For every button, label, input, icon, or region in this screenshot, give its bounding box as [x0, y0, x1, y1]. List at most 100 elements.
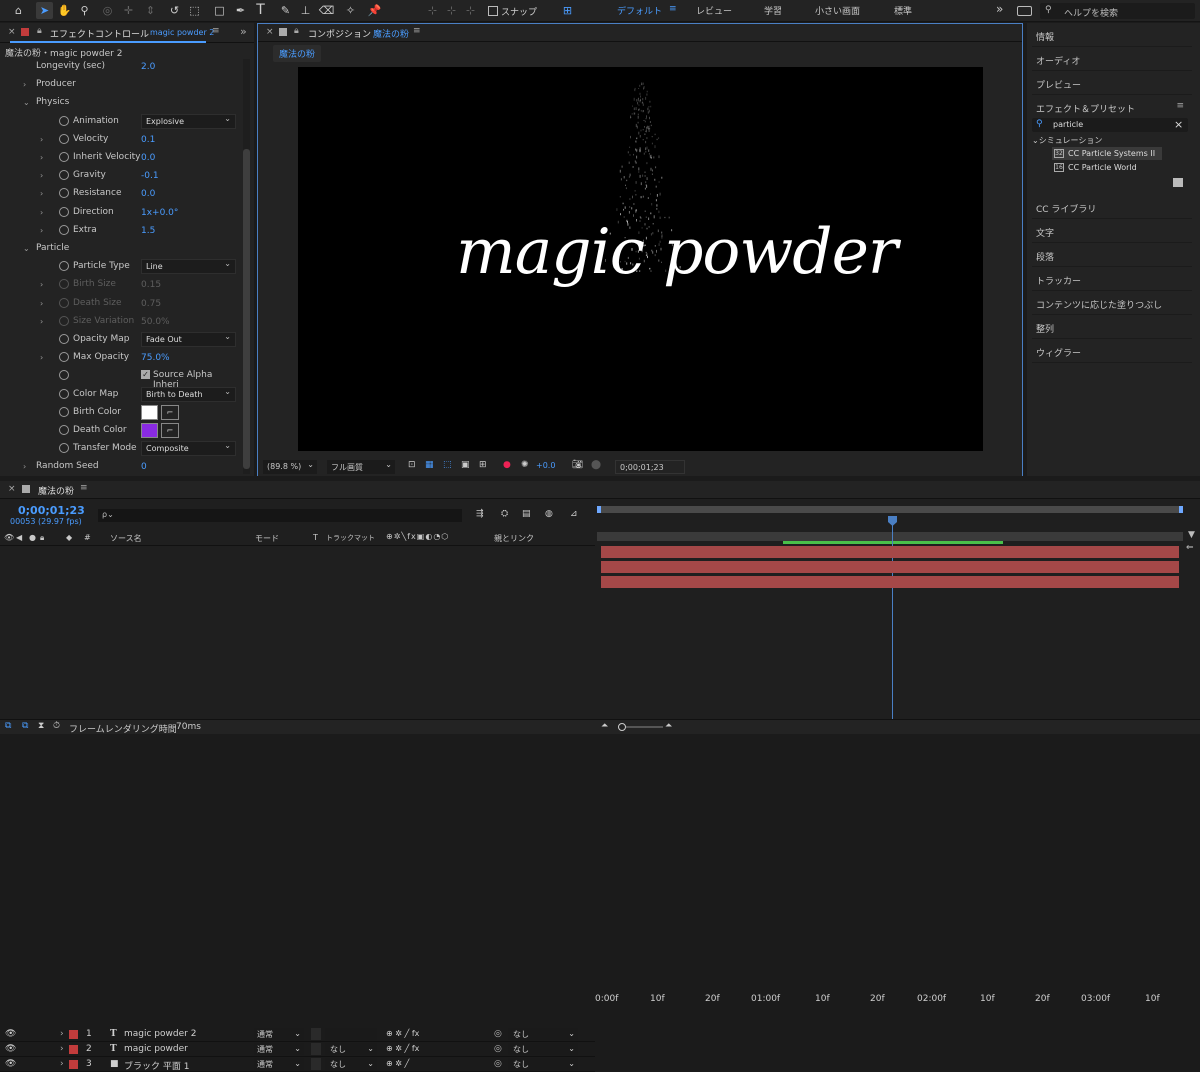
parent-link-header[interactable]: 親とリンク: [494, 533, 534, 544]
anchor-tool-icon[interactable]: ⬚: [186, 2, 203, 19]
render-time-toggle-icon[interactable]: ⏱︎: [53, 721, 60, 731]
color-channels-icon[interactable]: ●: [503, 460, 511, 470]
draft-3d-icon[interactable]: ⛭: [501, 509, 508, 519]
layer-name[interactable]: magic powder: [124, 1044, 188, 1054]
composition-canvas[interactable]: magic powder: [298, 67, 983, 451]
effect-prop-value[interactable]: 1x+0.0°: [141, 208, 178, 218]
effect-prop-row[interactable]: Transfer ModeComposite: [0, 440, 240, 458]
quality-dropdown[interactable]: フル画質⌄: [327, 460, 395, 474]
effect-prop-row[interactable]: ›Resistance0.0: [0, 185, 240, 203]
eye-icon[interactable]: 👁︎: [4, 533, 14, 542]
solo-icon[interactable]: ●: [29, 533, 36, 542]
close-tab-icon[interactable]: ×: [8, 27, 16, 37]
close-tab-icon[interactable]: ×: [266, 27, 274, 37]
effect-prop-row[interactable]: ›Random Seed0: [0, 458, 240, 476]
color-swatch[interactable]: [141, 423, 158, 438]
work-area-bar[interactable]: [597, 506, 1183, 513]
effect-prop-row[interactable]: ›Producer: [0, 76, 240, 94]
parent-dropdown[interactable]: なし⌄: [508, 1028, 578, 1040]
twirl-open-icon[interactable]: ⌄: [23, 244, 30, 253]
effect-prop-value[interactable]: 0.0: [141, 153, 155, 163]
stopwatch-icon[interactable]: [59, 170, 69, 180]
mode-dropdown[interactable]: 通常⌄: [254, 1043, 304, 1055]
panel-item[interactable]: ウィグラー: [1032, 339, 1192, 363]
puppet-pin-icon[interactable]: 📌: [366, 2, 383, 19]
effect-prop-row[interactable]: Birth Color⌐: [0, 404, 240, 422]
effect-item-cc-particle-systems[interactable]: CC Particle Systems II: [1068, 149, 1155, 158]
current-time-field[interactable]: 0;00;01;23: [615, 460, 685, 474]
flowchart-tab[interactable]: 魔法の粉: [273, 45, 321, 62]
twirl-closed-icon[interactable]: ›: [40, 299, 43, 308]
region-of-interest-icon[interactable]: ⊡: [408, 460, 416, 470]
pick-whip-icon[interactable]: ◎: [494, 1029, 502, 1039]
composition-tab-name[interactable]: 魔法の粉: [373, 27, 409, 40]
frame-blending-icon[interactable]: ◍: [545, 509, 553, 519]
label-color-icon[interactable]: [69, 1060, 78, 1069]
mode-dropdown[interactable]: 通常⌄: [254, 1058, 304, 1070]
effect-prop-value[interactable]: 75.0%: [141, 353, 170, 363]
time-navigator[interactable]: [597, 532, 1183, 541]
twirl-closed-icon[interactable]: ›: [23, 80, 26, 89]
eye-icon[interactable]: 👁︎: [5, 1044, 16, 1054]
home-icon[interactable]: ⌂: [10, 2, 27, 19]
zoom-tool-icon[interactable]: ⚲: [76, 2, 93, 19]
panel-item[interactable]: トラッカー: [1032, 267, 1192, 291]
panel-item[interactable]: 整列: [1032, 315, 1192, 339]
workspace-small-screen[interactable]: 小さい画面: [815, 4, 860, 17]
twirl-closed-icon[interactable]: ›: [40, 226, 43, 235]
playhead-handle[interactable]: [888, 516, 897, 526]
preserve-transparency-toggle[interactable]: [311, 1043, 321, 1055]
mode-header[interactable]: モード: [255, 533, 279, 544]
twirl-closed-icon[interactable]: ›: [40, 208, 43, 217]
effect-prop-row[interactable]: AnimationExplosive: [0, 113, 240, 131]
layer-3-duration-bar[interactable]: [601, 576, 1179, 588]
composition-mini-flowchart-icon[interactable]: ⇶: [476, 509, 484, 519]
lock-icon[interactable]: 🔒︎: [40, 533, 44, 543]
mode-dropdown[interactable]: 通常⌄: [254, 1028, 304, 1040]
effect-prop-dropdown[interactable]: Explosive: [141, 114, 236, 129]
effect-prop-value[interactable]: 0.0: [141, 189, 155, 199]
graph-editor-icon[interactable]: ⊿: [570, 509, 578, 519]
exposure-value[interactable]: +0.0: [536, 461, 555, 470]
twirl-closed-icon[interactable]: ›: [40, 280, 43, 289]
pick-whip-icon[interactable]: ◎: [494, 1059, 502, 1069]
close-tab-icon[interactable]: ×: [8, 484, 16, 494]
eye-icon[interactable]: 👁︎: [5, 1029, 16, 1039]
sync-settings-icon[interactable]: [1017, 6, 1032, 16]
effect-prop-value[interactable]: 50.0%: [141, 317, 170, 327]
parent-dropdown[interactable]: なし⌄: [508, 1058, 578, 1070]
effect-prop-value[interactable]: 0.15: [141, 280, 161, 290]
comp-marker-bin-icon[interactable]: ⇐: [1186, 543, 1194, 553]
mask-visibility-icon[interactable]: ⬚: [443, 460, 452, 470]
stopwatch-icon[interactable]: [59, 225, 69, 235]
work-area-start-handle[interactable]: [597, 506, 601, 513]
brush-tool-icon[interactable]: ✎: [277, 2, 294, 19]
show-snapshot-icon[interactable]: ⬤: [591, 460, 601, 470]
twirl-closed-icon[interactable]: ›: [23, 462, 26, 471]
trackmatte-header[interactable]: トラックマット: [326, 533, 375, 543]
stopwatch-icon[interactable]: [59, 443, 69, 453]
guides-icon[interactable]: ⊞: [479, 460, 487, 470]
stopwatch-icon[interactable]: [59, 407, 69, 417]
roto-brush-icon[interactable]: ✧: [342, 2, 359, 19]
effect-prop-row[interactable]: ›Extra1.5: [0, 222, 240, 240]
stopwatch-icon[interactable]: [59, 188, 69, 198]
effect-prop-value[interactable]: -0.1: [141, 171, 159, 181]
pen-tool-icon[interactable]: ✒: [232, 2, 249, 19]
panel-item[interactable]: 情報: [1032, 23, 1192, 47]
lock-icon[interactable]: 🔒︎: [37, 26, 42, 36]
effect-prop-row[interactable]: ›Direction1x+0.0°: [0, 204, 240, 222]
effect-controls-tab-title[interactable]: エフェクトコントロール: [50, 27, 149, 40]
timeline-zoom-thumb[interactable]: [618, 723, 626, 731]
stopwatch-icon[interactable]: [59, 425, 69, 435]
workspace-standard[interactable]: 標準: [894, 4, 912, 17]
panel-item[interactable]: オーディオ: [1032, 47, 1192, 71]
stopwatch-icon[interactable]: [59, 298, 69, 308]
layer-1-duration-bar[interactable]: [601, 546, 1179, 558]
checkbox-icon[interactable]: ✓: [141, 370, 150, 379]
effect-prop-row[interactable]: ⌄Particle: [0, 240, 240, 258]
twirl-closed-icon[interactable]: ›: [60, 1044, 64, 1054]
label-icon[interactable]: ◆: [66, 533, 72, 542]
eyedropper-icon[interactable]: ⌐: [161, 423, 179, 438]
stopwatch-icon[interactable]: [59, 207, 69, 217]
